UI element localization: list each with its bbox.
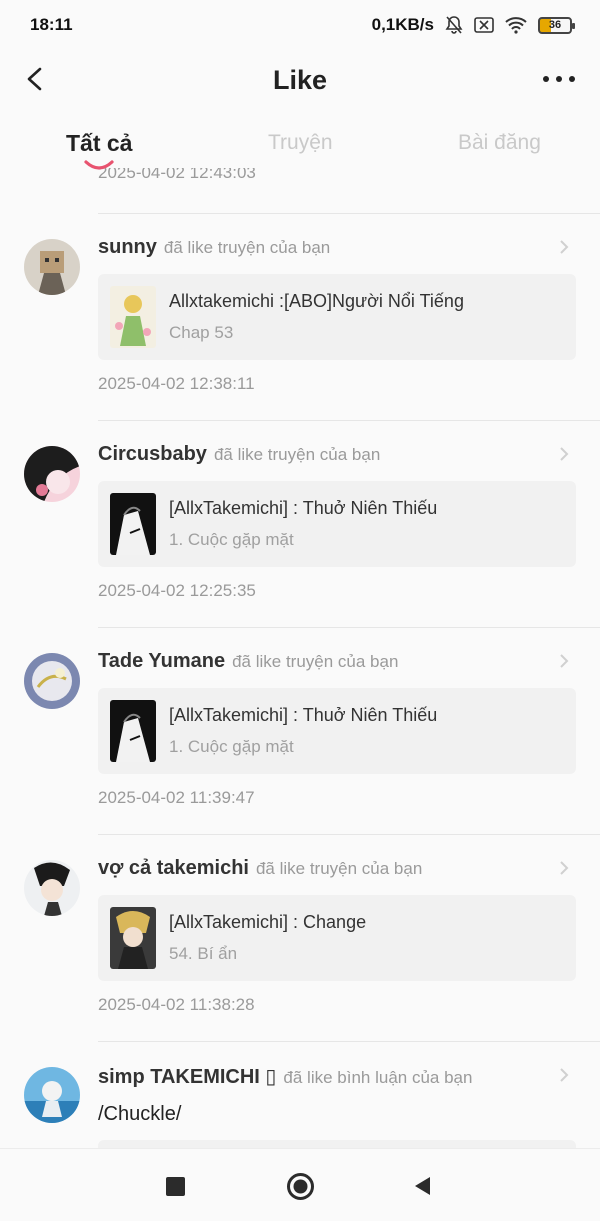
status-indicators: 0,1KB/s 36 bbox=[371, 15, 575, 35]
action-text: đã like truyện của bạn bbox=[213, 445, 381, 464]
system-nav-bar bbox=[0, 1148, 600, 1221]
chevron-right-icon[interactable] bbox=[558, 238, 570, 256]
story-cover bbox=[110, 907, 156, 969]
divider bbox=[98, 213, 600, 214]
story-title: [AllxTakemichi] : Change bbox=[169, 912, 367, 932]
chapter-label: 1. Cuộc gặp mặt bbox=[169, 530, 294, 549]
comment-text: /Chuckle/ bbox=[98, 1103, 182, 1125]
timestamp: 2025-04-02 11:39:47 bbox=[98, 788, 255, 807]
notification-header: Tade Yumane đã like truyện của bạn bbox=[98, 650, 398, 673]
chevron-right-icon[interactable] bbox=[558, 859, 570, 877]
battery-icon: 36 bbox=[538, 16, 575, 34]
notification-header: vợ cả takemichi đã like truyện của bạn bbox=[98, 857, 422, 880]
tab-posts[interactable]: Bài đăng bbox=[458, 131, 541, 155]
timestamp: 2025-04-02 11:38:28 bbox=[98, 995, 255, 1014]
silent-bell-icon bbox=[445, 16, 463, 34]
username[interactable]: simp TAKEMICHI ▯ bbox=[98, 1064, 276, 1089]
avatar[interactable] bbox=[24, 239, 80, 295]
username[interactable]: Circusbaby bbox=[98, 443, 207, 466]
avatar[interactable] bbox=[24, 860, 80, 916]
story-cover bbox=[110, 493, 156, 555]
avatar[interactable] bbox=[24, 653, 80, 709]
status-time: 18:11 bbox=[30, 15, 73, 34]
timestamp: 2025-04-02 12:43:03 bbox=[98, 168, 256, 182]
avatar[interactable] bbox=[24, 446, 80, 502]
story-cover bbox=[110, 700, 156, 762]
wifi-icon bbox=[505, 17, 527, 34]
story-title: Allxtakemichi :[ABO]Người Nổi Tiếng bbox=[169, 291, 464, 311]
action-text: đã like bình luận của bạn bbox=[283, 1068, 473, 1087]
story-card[interactable]: [AllxTakemichi] : Thuở Niên Thiếu 1. Cuộ… bbox=[98, 688, 576, 774]
network-speed: 0,1KB/s bbox=[371, 15, 434, 34]
square-icon[interactable] bbox=[166, 1177, 185, 1196]
top-nav-bar: Like bbox=[0, 50, 600, 110]
timestamp: 2025-04-02 12:25:35 bbox=[98, 581, 256, 600]
notification-feed[interactable]: 2025-04-02 12:43:03 sunny đã like truyện… bbox=[0, 168, 600, 1148]
notification-header: Circusbaby đã like truyện của bạn bbox=[98, 443, 380, 466]
divider bbox=[98, 627, 600, 628]
chapter-label: 54. Bí ẩn bbox=[169, 944, 238, 963]
more-dots-icon[interactable] bbox=[542, 72, 576, 86]
triangle-back-icon[interactable] bbox=[412, 1175, 432, 1197]
tab-stories[interactable]: Truyện bbox=[268, 131, 333, 155]
status-bar: 18:11 0,1KB/s 36 bbox=[0, 0, 600, 50]
tab-all[interactable]: Tất cả bbox=[66, 130, 132, 157]
chevron-right-icon[interactable] bbox=[558, 445, 570, 463]
story-card[interactable]: [AllxTakemichi] : Thuở Niên Thiếu 1. Cuộ… bbox=[98, 481, 576, 567]
story-title: [AllxTakemichi] : Thuở Niên Thiếu bbox=[169, 498, 438, 518]
story-card[interactable]: [AllxTakemichi] : Change 54. Bí ẩn bbox=[98, 895, 576, 981]
active-tab-indicator bbox=[84, 160, 114, 170]
divider bbox=[98, 420, 600, 421]
divider bbox=[98, 834, 600, 835]
story-card[interactable]: Allxtakemichi :[ABO]Người Nổi Tiếng Chap… bbox=[98, 274, 576, 360]
sim-off-icon bbox=[474, 17, 494, 33]
story-cover bbox=[110, 286, 156, 348]
comment-card[interactable] bbox=[98, 1140, 576, 1148]
notification-header: simp TAKEMICHI ▯ đã like bình luận của b… bbox=[98, 1064, 472, 1089]
chevron-right-icon[interactable] bbox=[558, 1066, 570, 1084]
notification-header: sunny đã like truyện của bạn bbox=[98, 236, 330, 259]
username[interactable]: sunny bbox=[98, 236, 157, 259]
page-title: Like bbox=[272, 64, 328, 95]
chapter-label: 1. Cuộc gặp mặt bbox=[169, 737, 294, 756]
chapter-label: Chap 53 bbox=[169, 323, 234, 342]
action-text: đã like truyện của bạn bbox=[232, 652, 399, 671]
avatar[interactable] bbox=[24, 1067, 80, 1123]
divider bbox=[98, 1041, 600, 1042]
chevron-right-icon[interactable] bbox=[558, 652, 570, 670]
action-text: đã like truyện của bạn bbox=[163, 238, 331, 257]
circle-icon[interactable] bbox=[286, 1172, 315, 1201]
story-title: [AllxTakemichi] : Thuở Niên Thiếu bbox=[169, 705, 438, 725]
back-chevron-icon[interactable] bbox=[20, 64, 50, 94]
username[interactable]: Tade Yumane bbox=[98, 650, 225, 673]
action-text: đã like truyện của bạn bbox=[255, 859, 423, 878]
username[interactable]: vợ cả takemichi bbox=[98, 857, 249, 880]
timestamp: 2025-04-02 12:38:11 bbox=[98, 374, 255, 393]
